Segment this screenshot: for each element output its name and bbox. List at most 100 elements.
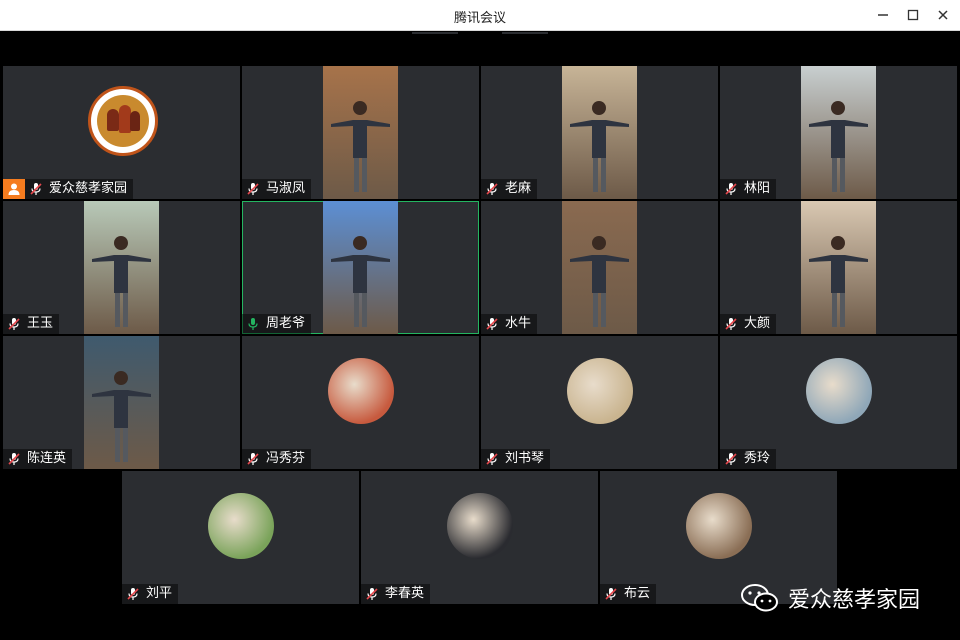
video-feed <box>562 66 637 199</box>
avatar <box>806 358 872 424</box>
video-feed <box>323 66 398 199</box>
participant-name: 周老爷 <box>266 316 306 331</box>
mic-muted-indicator <box>484 316 500 332</box>
mic-muted-icon <box>247 183 259 195</box>
mic-muted-icon <box>8 453 20 465</box>
meeting-toolbar-strip <box>0 32 960 64</box>
mic-muted-indicator <box>723 181 739 197</box>
participant-tile[interactable]: 冯秀芬 <box>242 336 479 469</box>
participant-tile[interactable]: 秀玲 <box>720 336 957 469</box>
participant-tile[interactable]: 陈连英 <box>3 336 240 469</box>
mic-muted-indicator <box>6 451 22 467</box>
mic-muted-icon <box>486 453 498 465</box>
person-figure <box>331 236 390 327</box>
participant-tile[interactable]: 林阳 <box>720 66 957 199</box>
mic-muted-indicator <box>245 451 261 467</box>
participant-name: 林阳 <box>744 181 771 196</box>
mic-muted-indicator <box>125 586 141 602</box>
watermark-text: 爱众慈孝家园 <box>788 588 921 613</box>
avatar <box>447 493 513 559</box>
person-figure <box>570 101 629 192</box>
participant-tile[interactable]: 大颜 <box>720 201 957 334</box>
participant-name: 秀玲 <box>744 451 771 466</box>
participant-tile[interactable]: 爱众慈孝家园 <box>3 66 240 199</box>
mic-muted-icon <box>486 318 498 330</box>
participant-tile[interactable]: 刘书琴 <box>481 336 718 469</box>
name-label-bar: 马淑凤 <box>242 179 312 199</box>
mic-muted-indicator <box>245 181 261 197</box>
mic-muted-indicator <box>723 451 739 467</box>
mic-muted-icon <box>725 453 737 465</box>
video-feed <box>801 201 876 334</box>
watermark: 爱众慈孝家园 <box>740 582 920 614</box>
host-icon <box>8 183 20 195</box>
participant-tile[interactable]: 周老爷 <box>242 201 479 334</box>
title-bar: 腾讯会议 <box>0 0 960 31</box>
minimize-button[interactable] <box>872 4 894 26</box>
mic-muted-indicator <box>603 586 619 602</box>
maximize-button[interactable] <box>902 4 924 26</box>
video-feed <box>323 201 398 334</box>
name-label-bar: 秀玲 <box>720 449 777 469</box>
name-label-bar: 王玉 <box>3 314 60 334</box>
name-label-bar: 水牛 <box>481 314 538 334</box>
name-label-bar: 刘书琴 <box>481 449 551 469</box>
participant-tile[interactable]: 老麻 <box>481 66 718 199</box>
mic-muted-indicator <box>364 586 380 602</box>
mic-muted-indicator <box>6 316 22 332</box>
close-icon <box>938 10 948 20</box>
minimize-icon <box>878 14 888 16</box>
name-label-bar: 冯秀芬 <box>242 449 312 469</box>
person-figure <box>809 236 868 327</box>
participant-name: 刘平 <box>146 586 173 601</box>
close-button[interactable] <box>932 4 954 26</box>
video-feed <box>84 336 159 469</box>
name-label-bar: 陈连英 <box>3 449 73 469</box>
video-feed <box>801 66 876 199</box>
participant-name: 冯秀芬 <box>266 451 306 466</box>
organization-logo <box>88 86 158 156</box>
participant-name: 水牛 <box>505 316 532 331</box>
window-title: 腾讯会议 <box>453 11 506 26</box>
participant-name: 李春英 <box>385 586 425 601</box>
person-figure <box>331 101 390 192</box>
mic-muted-icon <box>8 318 20 330</box>
mic-active-indicator <box>245 316 261 332</box>
wechat-icon <box>741 584 778 612</box>
mic-active-icon <box>248 318 258 330</box>
mic-muted-icon <box>127 588 139 600</box>
participant-name: 大颜 <box>744 316 771 331</box>
person-figure <box>809 101 868 192</box>
host-badge <box>3 179 25 199</box>
avatar <box>208 493 274 559</box>
participant-tile[interactable]: 马淑凤 <box>242 66 479 199</box>
participant-name: 马淑凤 <box>266 181 306 196</box>
maximize-icon <box>907 9 919 21</box>
name-label-bar: 刘平 <box>122 584 179 604</box>
toolbar-indicator <box>412 32 458 34</box>
mic-muted-indicator <box>484 451 500 467</box>
name-label-bar: 老麻 <box>481 179 538 199</box>
avatar <box>567 358 633 424</box>
participant-tile[interactable]: 王玉 <box>3 201 240 334</box>
participant-name: 老麻 <box>505 181 532 196</box>
participant-tile[interactable]: 刘平 <box>122 471 359 604</box>
name-label-bar: 李春英 <box>361 584 431 604</box>
participant-tile[interactable]: 水牛 <box>481 201 718 334</box>
participant-name: 王玉 <box>27 316 54 331</box>
name-label-bar: 布云 <box>600 584 657 604</box>
avatar <box>328 358 394 424</box>
person-figure <box>92 236 151 327</box>
participant-name: 布云 <box>624 586 651 601</box>
name-label-bar: 爱众慈孝家园 <box>3 179 134 199</box>
mic-muted-icon <box>247 453 259 465</box>
participant-tile[interactable]: 李春英 <box>361 471 598 604</box>
mic-muted-icon <box>366 588 378 600</box>
person-figure <box>92 371 151 462</box>
mic-muted-icon <box>725 183 737 195</box>
mic-muted-indicator <box>28 181 44 197</box>
video-feed <box>84 201 159 334</box>
mic-muted-icon <box>30 183 42 195</box>
mic-muted-icon <box>725 318 737 330</box>
avatar <box>686 493 752 559</box>
